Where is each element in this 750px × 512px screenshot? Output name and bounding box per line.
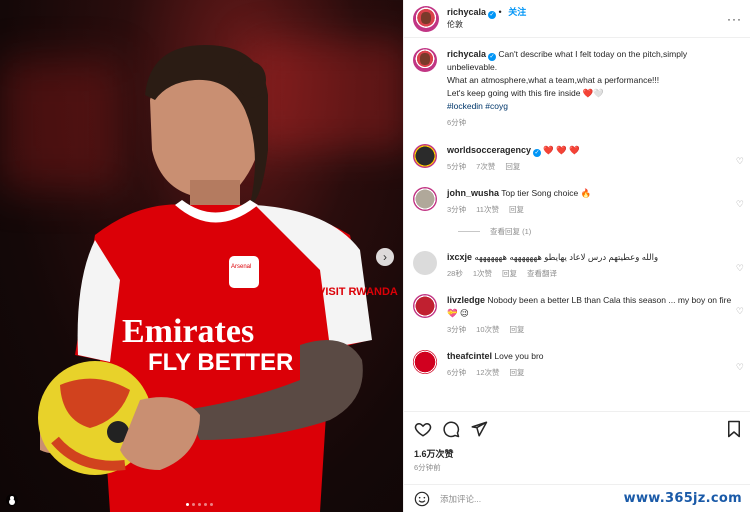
carousel-dot xyxy=(210,503,213,506)
verified-icon: ✓ xyxy=(533,149,542,157)
author-username[interactable]: richycala xyxy=(447,7,486,17)
player-illustration: Emirates FLY BETTER VISIT RWANDA Arsenal xyxy=(38,45,398,512)
comment-like-icon[interactable]: ♡ xyxy=(736,199,744,210)
comment-text: Top tier Song choice 🔥 xyxy=(501,188,592,198)
commenter-avatar[interactable] xyxy=(413,251,437,275)
action-bar xyxy=(404,411,750,445)
comment-item: theafcintel Love you bro 6分钟 12次赞 回复 ♡ xyxy=(413,350,750,379)
next-image-button[interactable]: › xyxy=(376,248,394,266)
comment-username[interactable]: john_wusha xyxy=(447,188,499,198)
speech-bubble-icon[interactable] xyxy=(442,420,460,438)
reply-button[interactable]: 回复 xyxy=(509,205,524,214)
carousel-dot xyxy=(186,503,189,506)
caption-hashtags[interactable]: #lockedin #coyg xyxy=(447,101,508,111)
commenter-avatar[interactable] xyxy=(413,294,437,318)
comment-time: 6分钟 xyxy=(447,368,467,377)
reply-button[interactable]: 回复 xyxy=(510,325,525,334)
reply-button[interactable]: 回复 xyxy=(502,269,517,278)
comment-likes[interactable]: 10次赞 xyxy=(476,325,499,334)
comment-item: worldsocceragency ✓ ❤️ ❤️ ❤️ 5分钟 7次赞 回复 ♡ xyxy=(413,144,750,173)
bookmark-icon[interactable] xyxy=(726,420,742,438)
comment-username[interactable]: worldsocceragency xyxy=(447,145,531,155)
caption-line: Let's keep going with this fire inside ❤… xyxy=(447,88,604,98)
reply-button[interactable]: 回复 xyxy=(505,162,520,171)
caption-username[interactable]: richycala xyxy=(447,49,486,59)
reply-button[interactable]: 回复 xyxy=(510,368,525,377)
commenter-avatar[interactable] xyxy=(413,144,437,168)
comment-like-icon[interactable]: ♡ xyxy=(736,263,744,274)
add-comment-input[interactable] xyxy=(440,493,640,504)
emoji-icon[interactable] xyxy=(414,491,430,507)
comment-like-icon[interactable]: ♡ xyxy=(736,362,744,373)
author-avatar[interactable] xyxy=(413,48,437,72)
caption: richycala ✓ Can't describe what I felt to… xyxy=(413,48,750,129)
comment-time: 5分钟 xyxy=(447,162,467,171)
jersey-sponsor-text: Emirates xyxy=(122,313,254,350)
commenter-avatar[interactable] xyxy=(413,350,437,374)
comment-time: 28秒 xyxy=(447,269,463,278)
comment-time: 3分钟 xyxy=(447,325,467,334)
post-header: richycala ✓ • 关注 伦敦 ··· xyxy=(404,0,750,38)
post-details-panel: richycala ✓ • 关注 伦敦 ··· richycala ✓ Can't … xyxy=(403,0,750,512)
comment-text: Nobody been a better LB than Cala this s… xyxy=(447,295,732,318)
view-replies-button[interactable]: 查看回复 (1) xyxy=(458,226,750,237)
comment-username[interactable]: theafcintel xyxy=(447,351,492,361)
heart-outline-icon[interactable] xyxy=(414,420,432,438)
comment-text: ❤️ ❤️ ❤️ xyxy=(543,145,580,155)
comment-item: john_wusha Top tier Song choice 🔥 3分钟 11次… xyxy=(413,187,750,216)
comment-text: والله وعطيتهم درس لاعاد يهايطو هههههههه … xyxy=(474,252,659,262)
caption-time: 6分钟 xyxy=(447,118,467,127)
author-avatar[interactable] xyxy=(413,5,439,32)
paper-plane-icon[interactable] xyxy=(470,420,488,438)
comment-username[interactable]: ixcxje xyxy=(447,252,472,262)
carousel-dot xyxy=(204,503,207,506)
post-photo: Emirates FLY BETTER VISIT RWANDA Arsenal… xyxy=(0,0,403,512)
comment-like-icon[interactable]: ♡ xyxy=(736,156,744,167)
posted-time: 6分钟前 xyxy=(414,463,441,472)
carousel-dots xyxy=(186,503,213,506)
comment-likes[interactable]: 11次赞 xyxy=(476,205,499,214)
site-watermark: www.365jz.com xyxy=(623,491,742,506)
verified-icon: ✓ xyxy=(488,53,497,61)
comment-item: livzledge Nobody been a better LB than C… xyxy=(413,294,750,336)
carousel-dot xyxy=(198,503,201,506)
comment-likes[interactable]: 1次赞 xyxy=(473,269,492,278)
jersey-slogan-text: FLY BETTER xyxy=(148,349,293,376)
likes-count[interactable]: 1.6万次赞 xyxy=(414,447,454,460)
comment-time: 3分钟 xyxy=(447,205,467,214)
comment-like-icon[interactable]: ♡ xyxy=(736,306,744,317)
sleeve-text: VISIT RWANDA xyxy=(318,286,398,298)
comment-item: ixcxje والله وعطيتهم درس لاعاد يهايطو هه… xyxy=(413,251,750,280)
tagged-user-icon[interactable] xyxy=(6,494,18,506)
comment-likes[interactable]: 12次赞 xyxy=(476,368,499,377)
view-replies-label: 查看回复 (1) xyxy=(490,227,532,236)
more-options-icon[interactable]: ··· xyxy=(727,12,742,26)
verified-icon: ✓ xyxy=(488,11,497,19)
follow-button[interactable]: 关注 xyxy=(508,7,526,17)
caption-line: What an atmosphere,what a team,what a pe… xyxy=(447,75,660,85)
post-location[interactable]: 伦敦 xyxy=(447,19,526,31)
carousel-dot xyxy=(192,503,195,506)
translate-button[interactable]: 查看翻译 xyxy=(527,269,557,278)
comment-likes[interactable]: 7次赞 xyxy=(476,162,495,171)
comment-username[interactable]: livzledge xyxy=(447,295,485,305)
comments-list[interactable]: richycala ✓ Can't describe what I felt to… xyxy=(404,48,750,408)
commenter-avatar[interactable] xyxy=(413,187,437,211)
crest-text: Arsenal xyxy=(231,264,251,270)
comment-text: Love you bro xyxy=(494,351,544,361)
